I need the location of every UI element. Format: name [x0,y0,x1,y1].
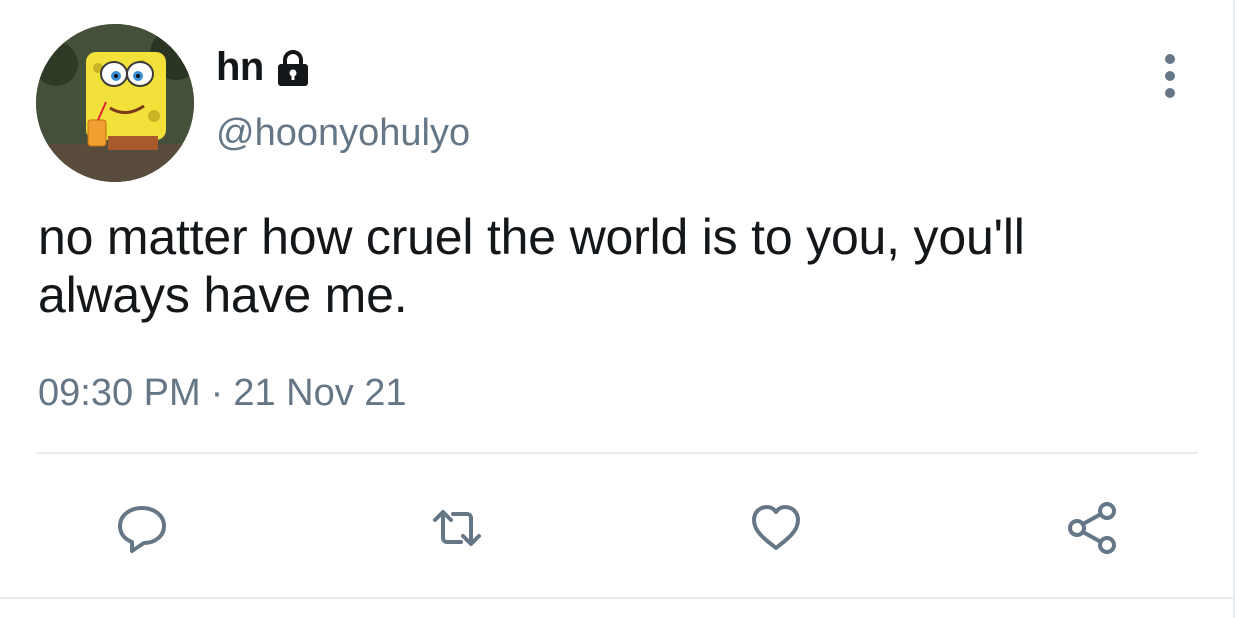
display-name[interactable]: hn [216,45,264,90]
more-options-button[interactable] [1150,48,1190,104]
heart-icon [752,505,800,550]
more-dot-icon [1165,71,1175,81]
more-dot-icon [1165,54,1175,64]
avatar[interactable] [36,24,194,182]
tweet-time: 09:30 PM [38,372,201,414]
more-dot-icon [1165,88,1175,98]
reply-button[interactable] [112,498,172,558]
like-button[interactable] [746,498,806,558]
tweet-meta: 09:30 PM · 21 Nov 21 [38,372,407,415]
retweet-icon [433,510,481,546]
tweet-card: hn @hoonyohulyo no matter how cruel the … [0,0,1235,618]
tweet-text: no matter how cruel the world is to you,… [38,209,1025,323]
user-handle[interactable]: @hoonyohulyo [216,112,470,155]
avatar-image [36,24,194,182]
meta-separator: · [210,372,224,414]
retweet-button[interactable] [427,498,487,558]
share-icon [1068,502,1116,554]
reply-icon [118,506,166,553]
display-name-row: hn [216,42,314,92]
lock-icon [272,47,314,89]
share-button[interactable] [1063,498,1123,558]
divider [36,452,1198,454]
tweet-date: 21 Nov 21 [233,372,407,414]
bottom-divider [0,597,1235,599]
